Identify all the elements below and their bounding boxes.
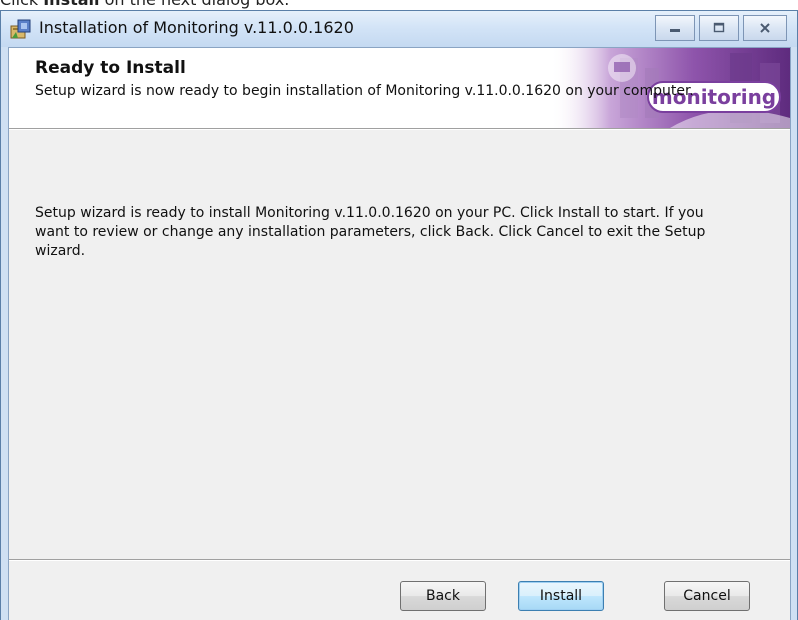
maximize-icon: [713, 22, 725, 33]
wizard-banner: monitoring Ready to Install Setup wizard…: [9, 48, 790, 128]
installer-window: Installation of Monitoring v.11.0.0.1620: [0, 10, 798, 620]
cancel-button[interactable]: Cancel: [664, 581, 750, 611]
minimize-button[interactable]: [655, 15, 695, 41]
footer-divider: [9, 559, 790, 561]
doc-suffix: on the next dialog box.: [100, 0, 290, 9]
banner-divider: [9, 128, 790, 130]
window-title: Installation of Monitoring v.11.0.0.1620: [39, 18, 354, 37]
banner-description: Setup wizard is now ready to begin insta…: [35, 83, 694, 99]
install-button[interactable]: Install: [518, 581, 604, 611]
body-instructions: Setup wizard is ready to install Monitor…: [35, 205, 706, 259]
minimize-icon: [670, 29, 680, 32]
wizard-client-area: monitoring Ready to Install Setup wizard…: [8, 47, 791, 620]
caption-buttons: [655, 15, 787, 41]
installer-icon: [10, 19, 31, 39]
back-button[interactable]: Back: [400, 581, 486, 611]
banner-title: Ready to Install: [35, 58, 186, 78]
title-bar[interactable]: Installation of Monitoring v.11.0.0.1620: [1, 11, 797, 47]
document-instruction: Click Install on the next dialog box.: [0, 0, 798, 10]
doc-prefix: Click: [0, 0, 43, 9]
close-icon: [760, 23, 770, 33]
doc-bold-install: Install: [43, 0, 99, 9]
maximize-button[interactable]: [699, 15, 739, 41]
close-button[interactable]: [743, 15, 787, 41]
